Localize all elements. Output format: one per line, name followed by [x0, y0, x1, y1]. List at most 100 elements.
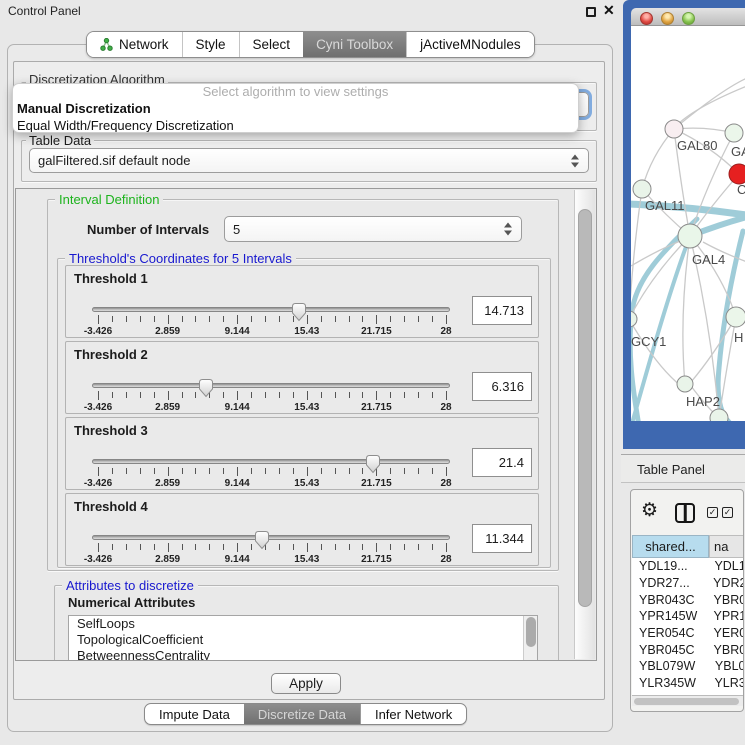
- table-hscrollbar[interactable]: [632, 695, 744, 706]
- tab-network[interactable]: Network: [87, 32, 182, 57]
- tab-label: Network: [119, 37, 169, 52]
- thresholds-group: Threshold's Coordinates for 5 Intervals …: [57, 258, 551, 568]
- table-row[interactable]: YBR045CYBR0: [632, 641, 744, 658]
- tab-jactivemnodules[interactable]: jActiveMNodules: [406, 32, 534, 57]
- cell-name: YBL0: [707, 659, 744, 673]
- checkbox-checked-icon[interactable]: ✓: [707, 507, 718, 518]
- columns-icon[interactable]: [675, 503, 695, 523]
- tab-impute-data[interactable]: Impute Data: [145, 704, 244, 724]
- attribute-list-item[interactable]: SelfLoops: [69, 616, 537, 632]
- slider-tick: [168, 315, 169, 324]
- slider-tick: [182, 544, 183, 550]
- zoom-traffic-light[interactable]: [682, 12, 695, 25]
- slider-tick: [223, 392, 224, 398]
- slider-tick: [168, 391, 169, 400]
- threshold-value-field[interactable]: 11.344: [472, 524, 532, 553]
- network-node[interactable]: [729, 164, 745, 184]
- numerical-attributes-list[interactable]: SelfLoopsTopologicalCoefficientBetweenne…: [68, 615, 538, 661]
- network-canvas[interactable]: GAL80GACGAL11GAL4HGCY1HAP2: [631, 26, 745, 421]
- slider-thumb[interactable]: [291, 302, 307, 322]
- column-header-shared-name[interactable]: shared...: [632, 535, 709, 558]
- cell-shared-name: YER054C: [632, 626, 706, 640]
- column-header-name[interactable]: na: [709, 535, 744, 558]
- slider-tick: [223, 468, 224, 474]
- minimize-traffic-light[interactable]: [661, 12, 674, 25]
- network-node[interactable]: [631, 311, 637, 327]
- threshold-value-field[interactable]: 6.316: [472, 372, 532, 401]
- table-row[interactable]: YBR043CYBR0: [632, 591, 744, 608]
- slider-tick: [154, 392, 155, 398]
- table-row[interactable]: YLR345WYLR3: [632, 675, 744, 692]
- scrollbar-thumb[interactable]: [526, 617, 536, 647]
- slider-tick-label: 9.144: [207, 326, 267, 337]
- slider-thumb[interactable]: [198, 378, 214, 398]
- slider-thumb[interactable]: [254, 530, 270, 550]
- close-traffic-light[interactable]: [640, 12, 653, 25]
- slider-tick: [265, 316, 266, 322]
- float-icon[interactable]: [586, 7, 596, 17]
- tab-style[interactable]: Style: [182, 32, 239, 57]
- interval-definition-group: Interval Definition Number of Intervals …: [47, 199, 559, 571]
- dropdown-option-equal-width[interactable]: Equal Width/Frequency Discretization: [13, 117, 578, 133]
- slider-tick: [335, 468, 336, 474]
- slider-thumb[interactable]: [365, 454, 381, 474]
- attributes-scrollbar[interactable]: [523, 616, 537, 661]
- network-node[interactable]: [633, 180, 651, 198]
- network-node[interactable]: [678, 224, 702, 248]
- slider-tick: [98, 543, 99, 552]
- number-of-intervals-spinner[interactable]: 5: [224, 216, 522, 242]
- threshold-panel: Threshold 1 14.713 -3.4262.8599.14415.43…: [65, 265, 539, 338]
- number-of-intervals-label: Number of Intervals: [87, 222, 209, 237]
- slider-tick: [237, 315, 238, 324]
- threshold-value-field[interactable]: 14.713: [472, 296, 532, 325]
- dropdown-option-manual[interactable]: Manual Discretization: [13, 100, 578, 117]
- slider-tick: [112, 392, 113, 398]
- network-node[interactable]: [665, 120, 683, 138]
- slider-tick: [390, 544, 391, 550]
- slider-track[interactable]: [92, 383, 450, 388]
- attributes-group: Attributes to discretize Numerical Attri…: [54, 585, 559, 661]
- network-node[interactable]: [725, 124, 743, 142]
- attribute-list-item[interactable]: BetweennessCentrality: [69, 648, 537, 661]
- intervals-value: 5: [233, 222, 240, 237]
- checkbox-checked-icon[interactable]: ✓: [722, 507, 733, 518]
- table-row[interactable]: YBL079WYBL0: [632, 658, 744, 675]
- table-row[interactable]: YDR27...YDR2: [632, 575, 744, 592]
- tab-discretize-data[interactable]: Discretize Data: [244, 704, 360, 724]
- scrollbar-thumb[interactable]: [634, 698, 739, 705]
- settings-scrollbar[interactable]: [574, 190, 595, 659]
- cell-shared-name: YPR145W: [632, 609, 706, 623]
- slider-track[interactable]: [92, 307, 450, 312]
- slider-tick-label: 15.43: [277, 554, 337, 565]
- tab-infer-network[interactable]: Infer Network: [360, 704, 466, 724]
- slider-tick: [404, 316, 405, 322]
- table-row[interactable]: YPR145WYPR1: [632, 608, 744, 625]
- table-row[interactable]: YDL19...YDL1: [632, 558, 744, 575]
- cell-name: YER0: [706, 626, 744, 640]
- network-node[interactable]: [677, 376, 693, 392]
- scrollbar-thumb[interactable]: [578, 209, 592, 607]
- gear-icon[interactable]: ⚙: [641, 499, 658, 522]
- cell-name: YLR3: [706, 676, 744, 690]
- slider-tick: [432, 468, 433, 474]
- network-node-label: GA: [731, 144, 745, 159]
- panel-tab-bar: Network Style Select Cyni Toolbox jActiv…: [86, 31, 535, 58]
- slider-tick: [195, 544, 196, 550]
- slider-tick: [112, 544, 113, 550]
- network-node[interactable]: [726, 307, 745, 327]
- tab-cyni-toolbox[interactable]: Cyni Toolbox: [303, 32, 406, 57]
- network-node[interactable]: [710, 409, 728, 421]
- slider-tick: [126, 392, 127, 398]
- apply-button[interactable]: Apply: [271, 673, 341, 694]
- tab-select[interactable]: Select: [239, 32, 304, 57]
- slider-track[interactable]: [92, 535, 450, 540]
- slider-tick: [223, 316, 224, 322]
- table-data-combobox[interactable]: galFiltered.sif default node: [29, 148, 589, 173]
- threshold-value-field[interactable]: 21.4: [472, 448, 532, 477]
- table-row[interactable]: YER054CYER0: [632, 625, 744, 642]
- close-icon[interactable]: ✕: [603, 2, 615, 19]
- attribute-list-item[interactable]: TopologicalCoefficient: [69, 632, 537, 648]
- slider-track[interactable]: [92, 459, 450, 464]
- threshold-label: Threshold 4: [74, 499, 148, 514]
- slider-tick: [321, 468, 322, 474]
